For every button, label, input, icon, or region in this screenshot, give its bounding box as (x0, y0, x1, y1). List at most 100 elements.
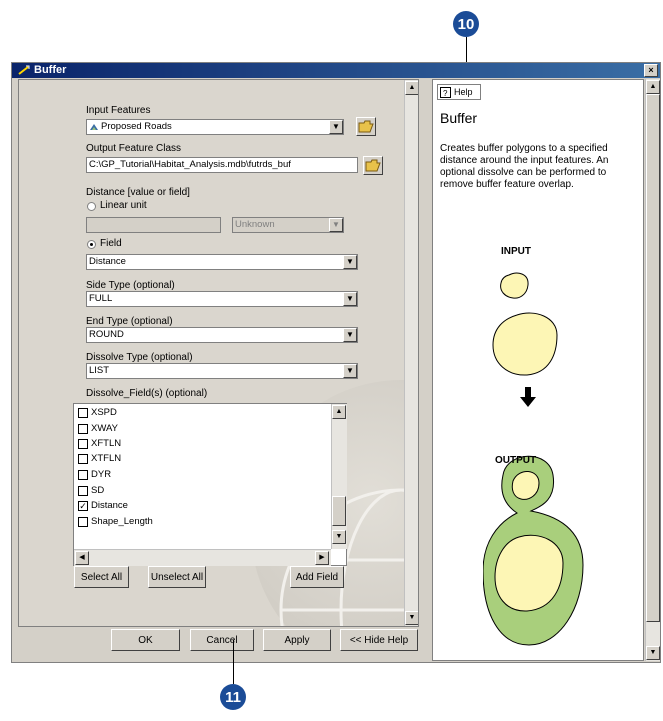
end-type-label: End Type (optional) (86, 316, 173, 327)
scroll-up-button[interactable]: ▲ (332, 405, 346, 419)
close-button[interactable]: × (644, 64, 658, 77)
callout-10: 10 (453, 11, 479, 37)
help-pane: ? Help Buffer Creates buffer polygons to… (432, 79, 644, 661)
list-item[interactable]: XTFLN (78, 452, 121, 466)
linear-unit-input[interactable] (86, 217, 221, 233)
field-name: XSPD (91, 407, 117, 418)
select-all-button[interactable]: Select All (74, 566, 129, 588)
parameters-scrollbar[interactable]: ▲ ▼ (404, 80, 418, 626)
distance-field-dropdown[interactable]: Distance ▼ (86, 254, 358, 270)
callout-11-leader (233, 640, 234, 684)
output-feature-class-input[interactable]: C:\GP_Tutorial\Habitat_Analysis.mdb\futr… (86, 157, 358, 173)
browse-output-button[interactable] (363, 156, 383, 175)
list-item[interactable]: XWAY (78, 422, 118, 436)
dissolve-type-value: LIST (89, 365, 110, 376)
chevron-down-icon[interactable]: ▼ (343, 364, 357, 378)
chevron-down-icon[interactable]: ▼ (343, 328, 357, 342)
scroll-right-button[interactable]: ▶ (315, 551, 329, 565)
feature-layer-icon (90, 124, 98, 130)
unit-value: Unknown (235, 219, 275, 230)
help-scrollbar[interactable]: ▲ ▼ (645, 79, 660, 661)
chevron-down-icon[interactable]: ▼ (329, 120, 343, 134)
checkbox[interactable] (78, 517, 88, 527)
list-item[interactable]: DYR (78, 468, 111, 482)
input-small-shape (500, 272, 529, 299)
output-feature-class-value: C:\GP_Tutorial\Habitat_Analysis.mdb\futr… (89, 159, 291, 170)
list-horizontal-scrollbar[interactable]: ◀ ▶ (74, 549, 331, 566)
side-type-value: FULL (89, 293, 113, 304)
field-radio-label: Field (100, 238, 122, 249)
add-field-button[interactable]: Add Field (290, 566, 344, 588)
input-features-dropdown[interactable]: Proposed Roads ▼ (86, 119, 344, 135)
title-bar: Buffer × (12, 63, 660, 78)
unselect-all-button[interactable]: Unselect All (148, 566, 206, 588)
scroll-thumb[interactable] (332, 496, 346, 526)
dissolve-type-dropdown[interactable]: LIST ▼ (86, 363, 358, 379)
field-name: DYR (91, 469, 112, 480)
checkbox-checked[interactable]: ✓ (78, 501, 88, 511)
field-name: XWAY (91, 423, 118, 434)
open-folder-icon (358, 120, 374, 133)
output-diagram-label: OUTPUT (495, 455, 537, 466)
scroll-down-button[interactable]: ▼ (646, 646, 660, 660)
list-item[interactable]: Shape_Length (78, 515, 153, 529)
dissolve-fields-list[interactable]: XSPD XWAY XFTLN XTFLN DYR SD ✓ Distance S… (73, 403, 347, 566)
help-scroll-thumb[interactable] (646, 94, 660, 622)
input-features-label: Input Features (86, 105, 151, 116)
help-title: Buffer (440, 110, 478, 126)
cancel-button[interactable]: Cancel (190, 629, 254, 651)
linear-unit-label: Linear unit (100, 200, 147, 211)
field-name: Distance (91, 500, 128, 511)
chevron-down-icon[interactable]: ▼ (343, 255, 357, 269)
list-item[interactable]: XFTLN (78, 437, 121, 451)
unit-dropdown[interactable]: Unknown ▼ (232, 217, 344, 233)
browse-input-button[interactable] (356, 117, 376, 136)
checkbox[interactable] (78, 424, 88, 434)
linear-unit-radio[interactable] (87, 202, 96, 211)
field-name: SD (91, 485, 105, 496)
end-type-dropdown[interactable]: ROUND ▼ (86, 327, 358, 343)
open-folder-icon (365, 159, 381, 172)
scroll-left-button[interactable]: ◀ (75, 551, 89, 565)
callout-11: 11 (220, 684, 246, 710)
scroll-up-button[interactable]: ▲ (405, 81, 418, 95)
chevron-down-icon[interactable]: ▼ (329, 218, 343, 232)
scroll-down-button[interactable]: ▼ (332, 530, 346, 544)
help-book-icon: ? (440, 86, 451, 98)
checkbox[interactable] (78, 408, 88, 418)
scroll-up-button[interactable]: ▲ (646, 80, 660, 94)
checkbox[interactable] (78, 439, 88, 449)
scroll-down-button[interactable]: ▼ (405, 611, 418, 625)
list-item[interactable]: SD (78, 484, 104, 498)
buffer-dialog: Buffer × ▲ ▼ Input Features Proposed Roa… (11, 62, 661, 663)
chevron-down-icon[interactable]: ▼ (343, 292, 357, 306)
field-radio[interactable] (87, 240, 96, 249)
distance-label: Distance [value or field] (86, 187, 190, 198)
input-large-shape (492, 312, 558, 376)
end-type-value: ROUND (89, 329, 124, 340)
side-type-dropdown[interactable]: FULL ▼ (86, 291, 358, 307)
dissolve-type-label: Dissolve Type (optional) (86, 352, 193, 363)
buffer-tool-icon (18, 65, 30, 75)
apply-button[interactable]: Apply (263, 629, 331, 651)
checkbox[interactable] (78, 470, 88, 480)
svg-text:?: ? (443, 89, 448, 98)
list-vertical-scrollbar[interactable]: ▲ ▼ (331, 404, 347, 549)
distance-field-value: Distance (89, 256, 126, 267)
down-arrow-icon (520, 387, 536, 407)
field-name: Shape_Length (91, 516, 153, 527)
list-item[interactable]: XSPD (78, 406, 117, 420)
ok-button[interactable]: OK (111, 629, 180, 651)
hide-help-button[interactable]: << Hide Help (340, 629, 418, 651)
input-diagram-label: INPUT (501, 246, 531, 257)
field-name: XTFLN (91, 453, 122, 464)
checkbox[interactable] (78, 454, 88, 464)
help-tab-label: Help (454, 87, 473, 97)
input-features-value: Proposed Roads (101, 121, 172, 132)
side-type-label: Side Type (optional) (86, 280, 175, 291)
output-feature-class-label: Output Feature Class (86, 143, 182, 154)
help-tab[interactable]: ? Help (437, 84, 481, 100)
list-item[interactable]: ✓ Distance (78, 499, 128, 513)
help-description: Creates buffer polygons to a specified d… (440, 143, 609, 190)
checkbox[interactable] (78, 486, 88, 496)
